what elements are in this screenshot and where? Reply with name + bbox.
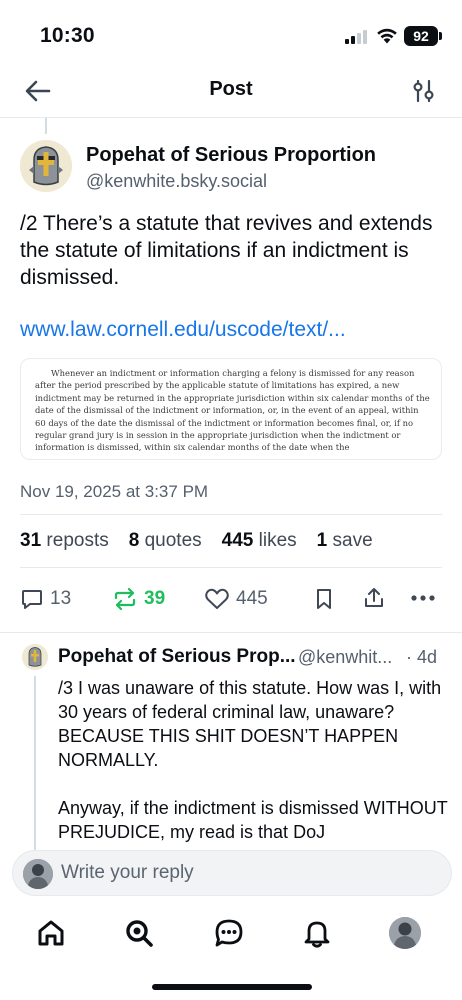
status-time: 10:30 <box>40 24 95 47</box>
reply-author-handle[interactable]: @kenwhit... <box>298 647 392 668</box>
home-icon <box>38 920 64 946</box>
author-name[interactable]: Popehat of Serious Proportion <box>86 144 376 167</box>
divider <box>20 567 442 568</box>
cellular-signal-icon <box>345 29 371 44</box>
tab-notifications[interactable] <box>300 916 334 950</box>
battery-tip <box>439 32 442 40</box>
post-text: /2 There’s a statute that revives and ex… <box>20 212 433 289</box>
author-avatar[interactable] <box>20 140 72 192</box>
statute-image-text: Whenever an indictment or information ch… <box>35 368 430 453</box>
share-icon[interactable] <box>362 586 386 610</box>
bell-icon <box>304 921 330 948</box>
reply-placeholder: Write your reply <box>61 862 194 883</box>
post-timestamp: Nov 19, 2025 at 3:37 PM <box>20 482 209 501</box>
statute-image-card[interactable]: Whenever an indictment or information ch… <box>20 358 442 460</box>
filter-sliders-icon[interactable] <box>412 78 436 104</box>
saves-stat: 1 save <box>316 530 373 551</box>
repost-button[interactable]: 39 <box>112 584 165 614</box>
reply-age: · 4d <box>406 647 438 667</box>
post-header: Post <box>0 66 462 118</box>
reply-composer[interactable]: Write your reply <box>12 850 452 896</box>
engagement-stats: 31 reposts 8 quotes 445 likes 1 save <box>20 530 373 552</box>
user-photo-icon <box>23 859 53 889</box>
thread-connector <box>45 118 47 134</box>
tab-home[interactable] <box>34 916 68 950</box>
bottom-tab-bar <box>0 910 462 970</box>
like-count: 445 <box>236 588 268 609</box>
helmet-avatar-icon <box>20 140 72 192</box>
divider <box>0 632 462 633</box>
divider <box>20 514 442 515</box>
reply-author-avatar[interactable] <box>22 644 48 670</box>
like-button[interactable]: 445 <box>204 584 268 614</box>
repost-icon <box>114 587 136 611</box>
tab-search[interactable] <box>122 916 156 950</box>
wifi-icon <box>377 28 397 44</box>
heart-icon <box>205 588 229 609</box>
post-link[interactable]: www.law.cornell.edu/uscode/text/... <box>20 318 346 342</box>
profile-avatar <box>389 917 421 949</box>
more-dots-icon[interactable] <box>410 594 436 602</box>
reply-author-name[interactable]: Popehat of Serious Prop... <box>58 646 296 668</box>
bookmark-icon[interactable] <box>312 587 336 611</box>
repost-count: 39 <box>144 588 166 609</box>
tab-chat[interactable] <box>212 916 246 950</box>
post-actions: 13 39 445 <box>20 584 442 614</box>
likes-stat[interactable]: 445 likes <box>222 530 297 552</box>
thread-connector <box>34 676 36 852</box>
page-title: Post <box>209 78 253 100</box>
status-bar: 10:30 92 <box>0 0 462 66</box>
reply-button[interactable]: 13 <box>20 584 71 614</box>
search-icon <box>126 920 153 947</box>
author-handle[interactable]: @kenwhite.bsky.social <box>86 171 267 192</box>
chat-icon <box>215 919 243 947</box>
tab-profile[interactable] <box>388 916 422 950</box>
helmet-avatar-icon <box>22 644 48 670</box>
reply-count: 13 <box>50 588 72 609</box>
user-avatar <box>23 859 53 889</box>
quotes-stat[interactable]: 8 quotes <box>129 530 202 552</box>
reposts-stat[interactable]: 31 reposts <box>20 530 109 552</box>
user-photo-icon <box>389 917 421 949</box>
battery-indicator: 92 <box>404 26 438 46</box>
reply-bubble-icon <box>22 590 42 609</box>
reply-text[interactable]: /3 I was unaware of this statute. How wa… <box>58 676 448 844</box>
home-indicator <box>152 984 312 990</box>
